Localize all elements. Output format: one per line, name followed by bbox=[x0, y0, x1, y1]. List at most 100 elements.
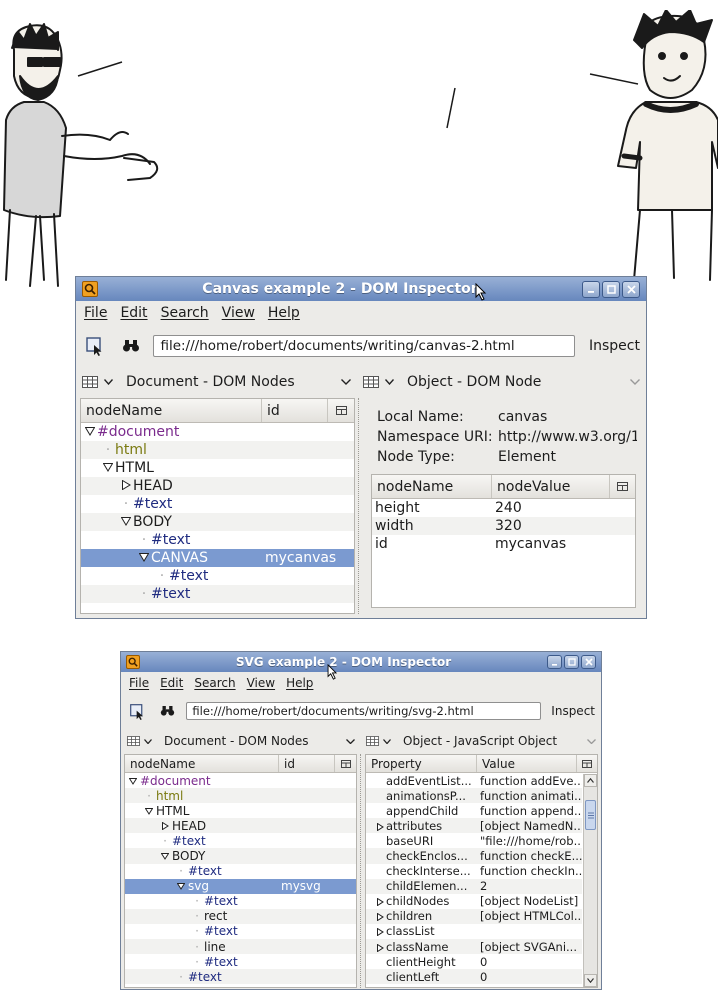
tree-row[interactable]: HEAD bbox=[125, 818, 356, 834]
tree-row[interactable]: · html bbox=[125, 788, 356, 804]
twisty[interactable] bbox=[84, 424, 96, 440]
menu-file[interactable]: File bbox=[129, 676, 149, 690]
twisty[interactable] bbox=[120, 514, 132, 530]
tree-row[interactable]: · #text bbox=[125, 833, 356, 848]
tree-row[interactable]: · #text bbox=[125, 969, 356, 985]
property-row[interactable]: checkInterse... function checkIn... bbox=[366, 864, 582, 879]
tree-row[interactable]: BODY bbox=[81, 513, 354, 531]
expanded-twisty-icon[interactable] bbox=[138, 552, 150, 562]
twisty[interactable] bbox=[376, 925, 384, 939]
tree-row[interactable]: · #text bbox=[81, 567, 354, 585]
property-row[interactable]: checkEnclos... function checkE... bbox=[366, 848, 582, 864]
menu-file[interactable]: File bbox=[84, 305, 107, 321]
twisty[interactable] bbox=[102, 460, 114, 476]
twisty[interactable] bbox=[176, 879, 186, 893]
tree-row[interactable]: #document bbox=[81, 423, 354, 441]
expanded-twisty-icon[interactable] bbox=[102, 462, 114, 472]
chevron-down-icon[interactable] bbox=[627, 379, 643, 385]
titlebar[interactable]: Canvas example 2 - DOM Inspector bbox=[76, 277, 646, 301]
attribute-row[interactable]: id mycanvas bbox=[372, 535, 635, 553]
twisty[interactable] bbox=[376, 895, 384, 909]
property-row[interactable]: classList bbox=[366, 924, 582, 939]
chevron-down-icon[interactable] bbox=[143, 738, 153, 744]
pane-menu-icon[interactable] bbox=[366, 736, 379, 746]
chevron-down-icon[interactable] bbox=[382, 738, 392, 744]
binoculars-icon[interactable] bbox=[118, 333, 144, 359]
expanded-twisty-icon[interactable] bbox=[84, 426, 96, 436]
pane-menu-icon[interactable] bbox=[82, 376, 98, 388]
column-property[interactable]: Property bbox=[366, 755, 477, 772]
tree-row[interactable]: HTML bbox=[81, 459, 354, 477]
tree-row[interactable]: · #text bbox=[125, 954, 356, 969]
column-nodename[interactable]: nodeName bbox=[81, 399, 262, 422]
menu-edit[interactable]: Edit bbox=[160, 676, 183, 690]
chevron-down-icon[interactable] bbox=[343, 738, 357, 744]
twisty[interactable] bbox=[160, 819, 170, 833]
property-row[interactable]: className [object SVGAni... bbox=[366, 939, 582, 955]
menu-view[interactable]: View bbox=[222, 305, 255, 321]
expanded-twisty-icon[interactable] bbox=[120, 516, 132, 526]
menu-search[interactable]: Search bbox=[194, 676, 235, 690]
binoculars-icon[interactable] bbox=[157, 700, 179, 722]
attribute-row[interactable]: height 240 bbox=[372, 499, 635, 517]
menu-help[interactable]: Help bbox=[286, 676, 313, 690]
collapsed-twisty-icon[interactable] bbox=[376, 822, 384, 832]
close-button[interactable] bbox=[622, 280, 640, 298]
twisty[interactable] bbox=[144, 804, 154, 818]
twisty[interactable] bbox=[376, 941, 384, 955]
twisty[interactable] bbox=[128, 774, 138, 788]
tree-row[interactable]: · rect bbox=[125, 908, 356, 924]
pane-menu-icon[interactable] bbox=[127, 736, 140, 746]
tree-row[interactable]: · #text bbox=[125, 924, 356, 939]
property-row[interactable]: appendChild function append... bbox=[366, 803, 582, 818]
chevron-down-icon[interactable] bbox=[584, 738, 598, 744]
expanded-twisty-icon[interactable] bbox=[128, 777, 138, 785]
column-value[interactable]: Value bbox=[477, 755, 577, 772]
chevron-down-icon[interactable] bbox=[102, 379, 114, 385]
tree-row[interactable]: BODY bbox=[125, 848, 356, 864]
scroll-up-arrow-icon[interactable] bbox=[584, 774, 597, 787]
property-row[interactable]: children [object HTMLCol... bbox=[366, 908, 582, 924]
tree-row[interactable]: · #text bbox=[81, 531, 354, 549]
tree-row[interactable]: · #text bbox=[81, 495, 354, 513]
tree-row[interactable]: · #text bbox=[125, 864, 356, 879]
tree-row[interactable]: HEAD bbox=[81, 477, 354, 495]
property-row[interactable]: addEventList... function addEve... bbox=[366, 773, 582, 788]
column-picker-icon[interactable] bbox=[610, 475, 635, 498]
url-field[interactable]: file:///home/robert/documents/writing/ca… bbox=[153, 335, 575, 357]
expanded-twisty-icon[interactable] bbox=[176, 882, 186, 891]
property-row[interactable]: childElemen... 2 bbox=[366, 878, 582, 894]
collapsed-twisty-icon[interactable] bbox=[376, 912, 384, 922]
pane-splitter[interactable] bbox=[358, 398, 359, 614]
collapsed-twisty-icon[interactable] bbox=[376, 943, 384, 952]
column-id[interactable]: id bbox=[279, 755, 335, 772]
inspect-button[interactable]: Inspect bbox=[551, 704, 595, 718]
collapsed-twisty-icon[interactable] bbox=[161, 821, 169, 831]
menu-help[interactable]: Help bbox=[268, 305, 300, 321]
pane-splitter[interactable] bbox=[360, 754, 361, 988]
tree-row[interactable]: · #text bbox=[81, 585, 354, 603]
tree-row[interactable]: svg mysvg bbox=[125, 878, 356, 894]
chevron-down-icon[interactable] bbox=[338, 379, 354, 385]
collapsed-twisty-icon[interactable] bbox=[121, 479, 131, 491]
property-row[interactable]: clientLeft 0 bbox=[366, 969, 582, 985]
property-row[interactable]: clientHeight 0 bbox=[366, 954, 582, 969]
column-nodename[interactable]: nodeName bbox=[125, 755, 279, 772]
scroll-down-arrow-icon[interactable] bbox=[584, 974, 597, 987]
pane-menu-icon[interactable] bbox=[363, 376, 379, 388]
maximize-button[interactable] bbox=[564, 655, 579, 669]
properties-scrollbar[interactable] bbox=[583, 774, 597, 987]
inspect-element-icon[interactable] bbox=[127, 700, 149, 722]
property-row[interactable]: childNodes [object NodeList] bbox=[366, 894, 582, 909]
twisty[interactable] bbox=[138, 550, 150, 566]
collapsed-twisty-icon[interactable] bbox=[376, 928, 384, 937]
tree-row[interactable]: CANVAS mycanvas bbox=[81, 549, 354, 567]
property-row[interactable]: attributes [object NamedN... bbox=[366, 818, 582, 834]
inspect-element-icon[interactable] bbox=[82, 333, 108, 359]
expanded-twisty-icon[interactable] bbox=[160, 852, 170, 860]
column-id[interactable]: id bbox=[262, 399, 328, 422]
column-picker-icon[interactable] bbox=[577, 755, 597, 772]
column-nodevalue[interactable]: nodeValue bbox=[492, 475, 610, 498]
column-nodename[interactable]: nodeName bbox=[372, 475, 492, 498]
collapsed-twisty-icon[interactable] bbox=[376, 897, 384, 907]
